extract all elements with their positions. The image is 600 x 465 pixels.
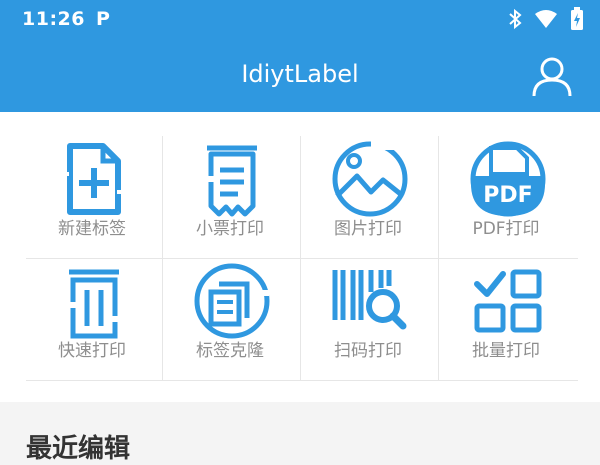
pdf-icon: PDF — [470, 141, 546, 217]
user-profile-button[interactable] — [530, 54, 574, 98]
status-bar: 11:26 P — [0, 0, 600, 40]
grid-item-new-label[interactable]: 新建标签 — [24, 136, 160, 254]
bluetooth-icon — [509, 8, 522, 30]
pdf-badge-text: PDF — [483, 183, 532, 208]
app-bar: IdiytLabel — [0, 40, 600, 112]
label-clone-icon — [194, 263, 270, 339]
grid-item-label: 快速打印 — [58, 341, 126, 361]
grid-item-image-print[interactable]: 图片打印 — [300, 136, 436, 254]
fast-print-icon — [69, 269, 119, 339]
wifi-icon — [535, 10, 557, 28]
grid-item-label: PDF打印 — [472, 219, 540, 239]
recent-edit-title: 最近编辑 — [26, 434, 131, 464]
notification-p-icon: P — [96, 8, 110, 30]
grid-item-receipt-print[interactable]: 小票打印 — [162, 136, 298, 254]
function-grid: 新建标签 小票打印 图片打印 PDF PDF打印 快速打印 标签克隆 扫码打印 … — [0, 112, 600, 402]
status-icons — [508, 7, 584, 31]
batch-print-icon — [474, 269, 542, 333]
grid-divider — [26, 380, 578, 381]
grid-item-label: 新建标签 — [58, 219, 126, 239]
grid-item-scan-print[interactable]: 扫码打印 — [300, 258, 436, 376]
image-icon — [332, 140, 408, 217]
grid-item-batch-print[interactable]: 批量打印 — [438, 258, 574, 376]
app-title: IdiytLabel — [241, 60, 359, 88]
user-icon — [532, 57, 572, 97]
grid-item-label-clone[interactable]: 标签克隆 — [162, 258, 298, 376]
battery-icon — [571, 7, 583, 30]
status-time: 11:26 — [22, 8, 85, 30]
new-label-icon — [55, 143, 127, 215]
grid-item-label: 小票打印 — [196, 219, 264, 239]
grid-item-fast-print[interactable]: 快速打印 — [24, 258, 160, 376]
grid-item-label: 图片打印 — [334, 219, 402, 239]
grid-item-pdf-print[interactable]: PDF PDF打印 — [438, 136, 574, 254]
grid-item-label: 标签克隆 — [196, 341, 264, 361]
scan-barcode-icon — [332, 270, 407, 330]
grid-item-label: 批量打印 — [472, 341, 540, 361]
receipt-icon — [207, 145, 257, 217]
grid-item-label: 扫码打印 — [334, 341, 402, 361]
